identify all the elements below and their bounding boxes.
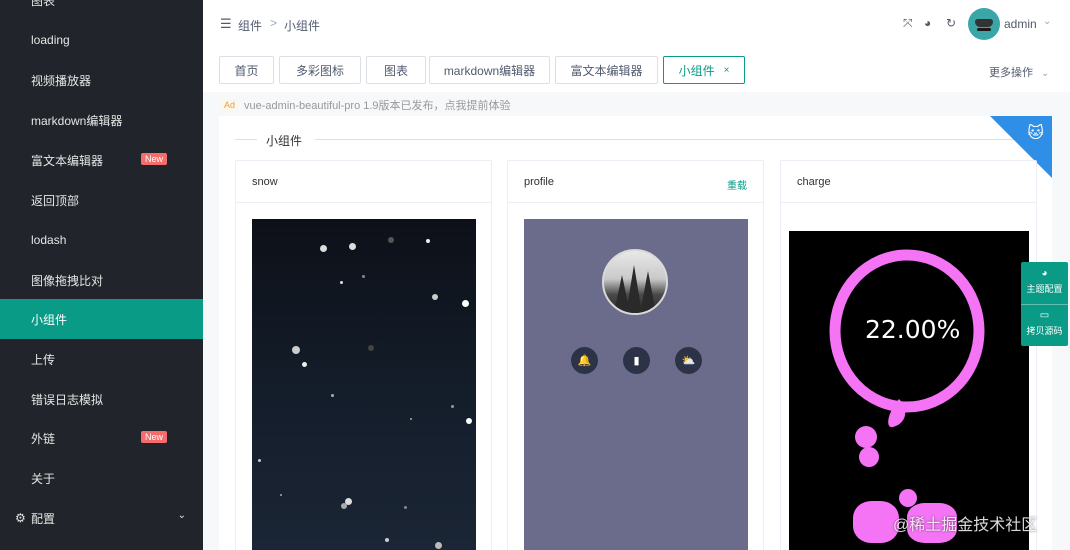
sidebar-item-external-link[interactable]: 外链 New <box>0 418 203 458</box>
settings-group-icon: ⚙ <box>15 511 26 525</box>
sidebar-item-lodash[interactable]: lodash <box>0 220 203 260</box>
sidebar-item-label: 上传 <box>31 352 56 367</box>
weather-icon[interactable]: ⛅ <box>675 347 702 374</box>
menu-fold-icon[interactable]: ☰ <box>220 16 232 32</box>
more-actions-label: 更多操作 <box>989 67 1033 79</box>
fullscreen-icon[interactable]: ⤧ <box>903 16 913 31</box>
sidebar-item-label: markdown编辑器 <box>31 113 123 128</box>
copy-source-label: 拷贝源码 <box>1026 326 1063 336</box>
sidebar-item-settings[interactable]: ⚙ 配置 ⌄ <box>0 498 203 538</box>
chevron-down-icon: ⌄ <box>177 510 186 521</box>
sidebar-item-markdown-editor[interactable]: markdown编辑器 <box>0 100 203 140</box>
sidebar-item-label: lodash <box>31 233 67 247</box>
github-cat-icon[interactable]: 🐱 <box>1027 123 1044 143</box>
reload-button[interactable]: 重载 <box>727 177 747 192</box>
card-header: snow <box>236 161 491 203</box>
tab-label: 首页 <box>234 63 259 78</box>
breadcrumb-separator: > <box>270 16 278 30</box>
bookmark-icon[interactable]: ▮ <box>623 347 650 374</box>
breadcrumb-item[interactable]: 组件 <box>238 17 262 34</box>
tab-colorful-icons[interactable]: 多彩图标 <box>279 56 361 84</box>
sidebar-item-label: 配置 <box>31 511 56 526</box>
sidebar-item-widgets[interactable]: 小组件 <box>0 299 203 339</box>
ad-banner[interactable]: Ad vue-admin-beautiful-pro 1.9版本已发布，点我提前… <box>221 97 511 113</box>
breadcrumb-item: 小组件 <box>284 19 321 33</box>
bell-icon[interactable]: 🔔 <box>571 347 598 374</box>
palette-icon: ◕ <box>1041 268 1048 279</box>
more-actions-dropdown[interactable]: 更多操作 ⌄ <box>989 64 1049 80</box>
theme-config-button[interactable]: ◕ 主题配置 <box>1021 262 1068 304</box>
refresh-icon[interactable]: ↻ <box>946 16 956 30</box>
sidebar-item-video-player[interactable]: 视频播放器 <box>0 60 203 100</box>
sidebar-item-label: 视频播放器 <box>31 73 92 88</box>
tab-label: markdown编辑器 <box>443 63 536 78</box>
profile-card: profile 重载 🔔 ▮ ⛅ <box>507 160 764 550</box>
sidebar-item-rich-text-editor[interactable]: 富文本编辑器 New <box>0 140 203 180</box>
tab-rich-text-editor[interactable]: 富文本编辑器 <box>555 56 658 84</box>
ad-tag: Ad <box>221 98 239 112</box>
charge-percentage: 22.00% <box>865 315 961 344</box>
snow-animation <box>252 219 476 550</box>
tab-label: 富文本编辑器 <box>570 63 643 78</box>
sidebar-item-image-compare[interactable]: 图像拖拽比对 <box>0 260 203 300</box>
sidebar-item-label: 返回顶部 <box>31 193 80 208</box>
ad-text: vue-admin-beautiful-pro 1.9版本已发布，点我提前体验 <box>244 100 511 112</box>
card-title: profile <box>524 175 554 188</box>
tab-widgets[interactable]: 小组件 × <box>663 56 745 84</box>
sidebar: 图表 loading 视频播放器 markdown编辑器 富文本编辑器 New … <box>0 0 203 550</box>
copy-source-button[interactable]: ▭ 拷贝源码 <box>1021 304 1068 346</box>
sidebar-item-back-to-top[interactable]: 返回顶部 <box>0 180 203 220</box>
sidebar-item-label: 关于 <box>31 471 56 486</box>
charge-widget: 22.00% <box>789 231 1029 550</box>
theme-config-label: 主题配置 <box>1026 284 1063 294</box>
divider-line <box>235 139 257 140</box>
new-badge: New <box>141 431 168 443</box>
chevron-down-icon: ⌄ <box>1041 68 1050 79</box>
tab-markdown-editor[interactable]: markdown编辑器 <box>429 56 550 84</box>
main-content: 小组件 🐱 snow profile 重载 🔔 ▮ ⛅ charge 22.00… <box>219 116 1052 550</box>
card-header: profile 重载 <box>508 161 763 203</box>
sidebar-item-label: 图表 <box>31 0 56 8</box>
sidebar-item-label: loading <box>31 33 70 47</box>
floating-panel: ◕ 主题配置 ▭ 拷贝源码 <box>1021 262 1068 346</box>
sidebar-item-label: 富文本编辑器 <box>31 153 104 168</box>
chevron-down-icon[interactable]: ⌄ <box>1043 16 1051 27</box>
card-header: charge <box>781 161 1036 203</box>
tab-charts[interactable]: 图表 <box>366 56 426 84</box>
snow-card: snow <box>235 160 492 550</box>
tab-home[interactable]: 首页 <box>219 56 274 84</box>
sidebar-item-upload[interactable]: 上传 <box>0 339 203 379</box>
tab-label: 小组件 <box>678 63 715 78</box>
card-title: snow <box>252 175 278 188</box>
divider-line <box>315 139 1035 140</box>
charge-card: charge 22.00% <box>780 160 1037 550</box>
new-badge: New <box>141 153 168 165</box>
sidebar-item-loading[interactable]: loading <box>0 20 203 60</box>
section-title: 小组件 <box>266 134 303 148</box>
username[interactable]: admin <box>1004 17 1037 31</box>
sidebar-item-about[interactable]: 关于 <box>0 458 203 498</box>
laptop-icon: ▭ <box>1039 310 1050 321</box>
avatar[interactable] <box>968 8 1000 40</box>
sidebar-item-charts[interactable]: 图表 <box>0 0 203 20</box>
sidebar-item-label: 图像拖拽比对 <box>31 273 104 288</box>
sidebar-item-label: 外链 <box>31 431 56 446</box>
sidebar-item-error-log[interactable]: 错误日志模拟 <box>0 379 203 419</box>
profile-widget: 🔔 ▮ ⛅ <box>524 219 748 550</box>
profile-avatar <box>602 249 668 315</box>
sidebar-item-label: 错误日志模拟 <box>31 392 104 407</box>
card-title: charge <box>797 175 831 188</box>
tab-label: 图表 <box>383 63 408 78</box>
tab-label: 多彩图标 <box>295 63 344 78</box>
palette-icon[interactable]: ◕ <box>924 16 931 30</box>
close-icon[interactable]: × <box>724 65 730 76</box>
watermark: @稀土掘金技术社区 <box>893 517 1038 534</box>
header: ☰ 组件 > 小组件 ⤧ ◕ ↻ admin ⌄ 首页 多彩图标 图表 mark… <box>203 0 1070 92</box>
sidebar-item-label: 小组件 <box>31 312 68 327</box>
